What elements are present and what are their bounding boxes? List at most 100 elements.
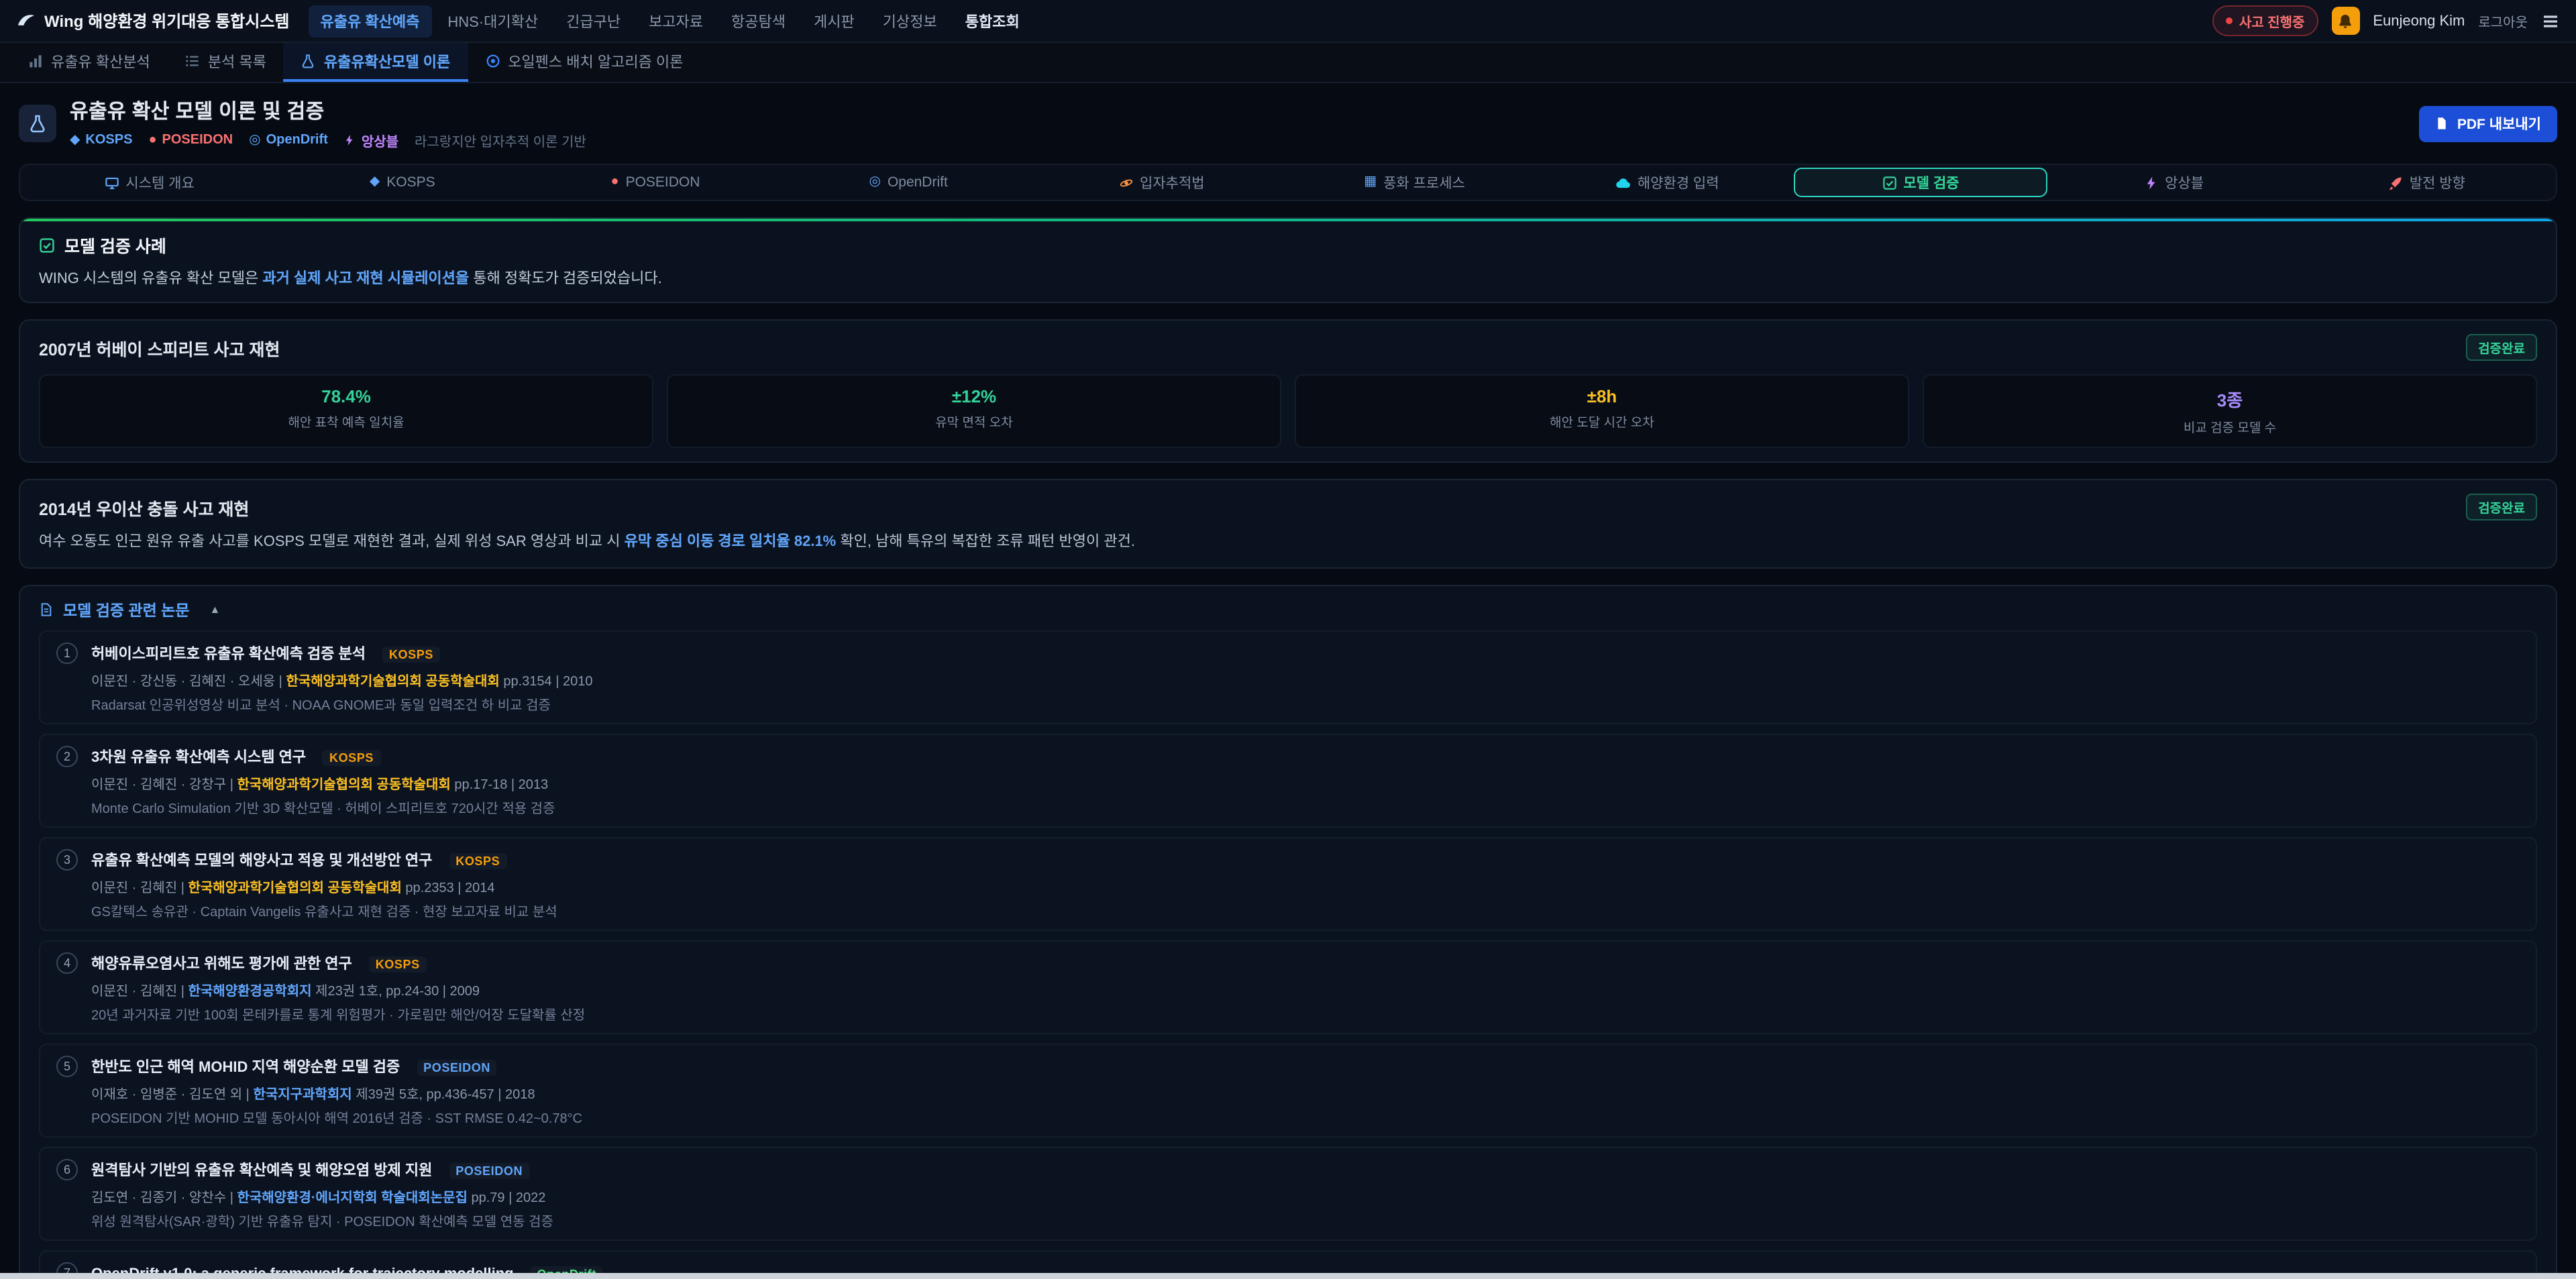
check-square-icon bbox=[1882, 175, 1896, 190]
menu-button[interactable] bbox=[2541, 11, 2560, 30]
wuyishan-card: 2014년 우이산 충돌 사고 재현 검증완료 여수 오동도 인근 원유 유출 … bbox=[19, 479, 2557, 568]
circle-icon: ● bbox=[610, 176, 619, 189]
page-subtitle: 라그랑지안 입자추적 이론 기반 bbox=[415, 130, 586, 150]
notifications-button[interactable] bbox=[2331, 7, 2359, 35]
papers-header[interactable]: 모델 검증 관련 논문 ▲ bbox=[39, 599, 2537, 620]
paper-journal[interactable]: 한국해양환경공학회지 bbox=[189, 984, 312, 999]
nav-item-oil-spill-prediction[interactable]: 유출유 확산예측 bbox=[309, 5, 432, 37]
paper-journal[interactable]: 한국해양과학기술협의회 공동학술대회 bbox=[189, 881, 402, 895]
paper-model-badge: POSEIDON bbox=[417, 1059, 497, 1075]
pdf-export-button[interactable]: PDF 내보내기 bbox=[2420, 105, 2557, 142]
paper-body: 원격탐사 기반의 유출유 확산예측 및 해양오염 방제 지원 POSEIDON … bbox=[91, 1157, 553, 1229]
paper-number: 4 bbox=[56, 952, 78, 973]
paper-authors: 이문진 · 김혜진 | bbox=[91, 984, 189, 999]
tab-model-theory[interactable]: 유출유확산모델 이론 bbox=[284, 43, 468, 82]
nav-item-integrated-search[interactable]: 통합조회 bbox=[953, 5, 1032, 37]
section-tab-overview[interactable]: 시스템 개요 bbox=[23, 168, 276, 197]
section-tab-label: 앙상블 bbox=[2165, 172, 2204, 192]
app-window: Wing 해양환경 위기대응 통합시스템 유출유 확산예측 HNS·대기확산 긴… bbox=[0, 0, 2576, 1279]
section-tab-label: 발전 방향 bbox=[2410, 172, 2465, 192]
intro-body-pre: WING 시스템의 유출유 확산 모델은 bbox=[39, 271, 262, 287]
monitor-icon bbox=[104, 175, 119, 190]
page-title: 유출유 확산 모델 이론 및 검증 bbox=[70, 97, 586, 125]
paper-citation: 김도연 · 김종기 · 양찬수 | 한국해양환경·에너지학회 학술대회논문집 p… bbox=[91, 1185, 553, 1205]
stat-label: 유막 면적 오차 bbox=[676, 412, 1272, 431]
paper-row[interactable]: 2 3차원 유출유 확산예측 시스템 연구 KOSPS 이문진 · 김혜진 · … bbox=[39, 733, 2537, 827]
badge-label: POSEIDON bbox=[162, 133, 233, 148]
section-tab-poseidon[interactable]: ● POSEIDON bbox=[529, 168, 782, 197]
stat-value: 3종 bbox=[1932, 386, 2528, 412]
paper-model-badge: KOSPS bbox=[449, 852, 506, 869]
paper-title-line: 3차원 유출유 확산예측 시스템 연구 KOSPS bbox=[91, 744, 555, 768]
tab-analysis-list[interactable]: 분석 목록 bbox=[168, 43, 284, 82]
secondary-tab-bar: 유출유 확산분석 분석 목록 유출유확산모델 이론 오일펜스 배치 알고리즘 이… bbox=[0, 43, 2576, 83]
main-content: 유출유 확산 모델 이론 및 검증 ◆ KOSPS ● POSEIDON ◎ O… bbox=[0, 83, 2576, 1279]
section-tab-kosps[interactable]: ◆ KOSPS bbox=[276, 168, 529, 197]
paper-journal[interactable]: 한국해양과학기술협의회 공동학술대회 bbox=[286, 674, 499, 689]
app-brand[interactable]: Wing 해양환경 위기대응 통합시스템 bbox=[16, 9, 290, 32]
section-tab-label: 해양환경 입력 bbox=[1638, 172, 1719, 192]
section-tab-label: KOSPS bbox=[386, 174, 435, 190]
page-header: 유출유 확산 모델 이론 및 검증 ◆ KOSPS ● POSEIDON ◎ O… bbox=[19, 97, 2557, 150]
bolt-icon bbox=[2143, 175, 2158, 190]
intro-body-highlight[interactable]: 과거 실제 사고 재현 시뮬레이션을 bbox=[262, 271, 469, 287]
section-tab-label: 풍화 프로세스 bbox=[1383, 172, 1465, 192]
app-title: 해양환경 위기대응 통합시스템 bbox=[88, 12, 289, 31]
paper-row[interactable]: 3 유출유 확산예측 모델의 해양사고 적용 및 개선방안 연구 KOSPS 이… bbox=[39, 836, 2537, 930]
paper-citation: 이문진 · 김혜진 · 강창구 | 한국해양과학기술협의회 공동학술대회 pp.… bbox=[91, 772, 555, 792]
paper-row[interactable]: 6 원격탐사 기반의 유출유 확산예측 및 해양오염 방제 지원 POSEIDO… bbox=[39, 1146, 2537, 1240]
section-tabs: 시스템 개요 ◆ KOSPS ● POSEIDON ◎ OpenDrift 입자… bbox=[19, 164, 2557, 201]
section-tab-weathering[interactable]: ▦ 풍화 프로세스 bbox=[1288, 168, 1541, 197]
section-tab-ocean-input[interactable]: 해양환경 입력 bbox=[1541, 168, 1794, 197]
paper-journal[interactable]: 한국해양환경·에너지학회 학술대회논문집 bbox=[237, 1190, 467, 1205]
nav-item-emergency-rescue[interactable]: 긴급구난 bbox=[554, 5, 633, 37]
section-tab-opendrift[interactable]: ◎ OpenDrift bbox=[782, 168, 1035, 197]
collapse-triangle-icon[interactable]: ▲ bbox=[209, 604, 220, 616]
tab-oil-fence-theory[interactable]: 오일펜스 배치 알고리즘 이론 bbox=[468, 43, 700, 82]
grid-icon: ▦ bbox=[1364, 176, 1377, 189]
primary-nav: 유출유 확산예측 HNS·대기확산 긴급구난 보고자료 항공탐색 게시판 기상정… bbox=[309, 5, 1032, 37]
paper-row[interactable]: 5 한반도 인근 해역 MOHID 지역 해양순환 모델 검증 POSEIDON… bbox=[39, 1043, 2537, 1137]
section-tab-validation[interactable]: 모델 검증 bbox=[1794, 168, 2047, 197]
paper-number: 6 bbox=[56, 1158, 78, 1180]
orbit-icon bbox=[1118, 175, 1133, 190]
nav-item-aerial-search[interactable]: 항공탐색 bbox=[719, 5, 798, 37]
paper-description: GS칼텍스 송유관 · Captain Vangelis 유출사고 재현 검증 … bbox=[91, 899, 557, 920]
flask-icon bbox=[301, 54, 316, 68]
paper-citation: 이문진 · 강신동 · 김혜진 · 오세웅 | 한국해양과학기술협의회 공동학술… bbox=[91, 669, 592, 689]
logout-link[interactable]: 로그아웃 bbox=[2478, 11, 2528, 31]
paper-meta: 제39권 5호, pp.436-457 | 2018 bbox=[352, 1087, 535, 1102]
stat-label: 해안 표착 예측 일치율 bbox=[48, 412, 644, 431]
section-tab-label: 입자추적법 bbox=[1140, 172, 1205, 192]
paper-row[interactable]: 4 해양유류오염사고 위해도 평가에 관한 연구 KOSPS 이문진 · 김혜진… bbox=[39, 940, 2537, 1034]
badge-kosps: ◆ KOSPS bbox=[70, 133, 132, 148]
cloud-icon bbox=[1616, 175, 1631, 190]
incident-status-badge[interactable]: 사고 진행중 bbox=[2212, 5, 2318, 36]
section-tab-roadmap[interactable]: 발전 방향 bbox=[2300, 168, 2553, 197]
diamond-icon: ◆ bbox=[70, 133, 80, 147]
paper-number: 2 bbox=[56, 745, 78, 767]
papers-header-label: 모델 검증 관련 논문 bbox=[63, 599, 189, 620]
paper-title: 해양유류오염사고 위해도 평가에 관한 연구 bbox=[91, 956, 352, 972]
paper-doc-icon bbox=[39, 602, 54, 617]
paper-journal[interactable]: 한국지구과학회지 bbox=[253, 1087, 352, 1102]
validation-intro-card: 모델 검증 사례 WING 시스템의 유출유 확산 모델은 과거 실제 사고 재… bbox=[19, 217, 2557, 303]
paper-description: 20년 과거자료 기반 100회 몬테카를로 통계 위험평가 · 가로림만 해안… bbox=[91, 1003, 585, 1023]
intro-body-post: 통해 정확도가 검증되었습니다. bbox=[469, 271, 662, 287]
paper-body: 유출유 확산예측 모델의 해양사고 적용 및 개선방안 연구 KOSPS 이문진… bbox=[91, 847, 557, 920]
paper-citation: 이문진 · 김혜진 | 한국해양환경공학회지 제23권 1호, pp.24-30… bbox=[91, 979, 585, 999]
wuyishan-body-highlight[interactable]: 유막 중심 이동 경로 일치율 82.1% bbox=[625, 534, 837, 550]
tab-spill-analysis[interactable]: 유출유 확산분석 bbox=[11, 43, 168, 82]
section-tab-particle-tracking[interactable]: 입자추적법 bbox=[1035, 168, 1288, 197]
nav-item-reports[interactable]: 보고자료 bbox=[637, 5, 715, 37]
nav-item-board[interactable]: 게시판 bbox=[802, 5, 867, 37]
horizontal-scrollbar[interactable] bbox=[0, 1272, 2576, 1279]
rocket-icon bbox=[2388, 175, 2403, 190]
wuyishan-body: 여수 오동도 인근 원유 유출 사고를 KOSPS 모델로 재현한 결과, 실제… bbox=[39, 531, 2537, 553]
paper-row[interactable]: 1 허베이스피리트호 유출유 확산예측 검증 분석 KOSPS 이문진 · 강신… bbox=[39, 630, 2537, 724]
nav-item-weather[interactable]: 기상정보 bbox=[871, 5, 949, 37]
nav-item-hns-dispersion[interactable]: HNS·대기확산 bbox=[435, 5, 550, 37]
section-tab-ensemble[interactable]: 앙상블 bbox=[2047, 168, 2300, 197]
paper-journal[interactable]: 한국해양과학기술협의회 공동학술대회 bbox=[237, 777, 450, 792]
verified-badge: 검증완료 bbox=[2466, 334, 2537, 361]
